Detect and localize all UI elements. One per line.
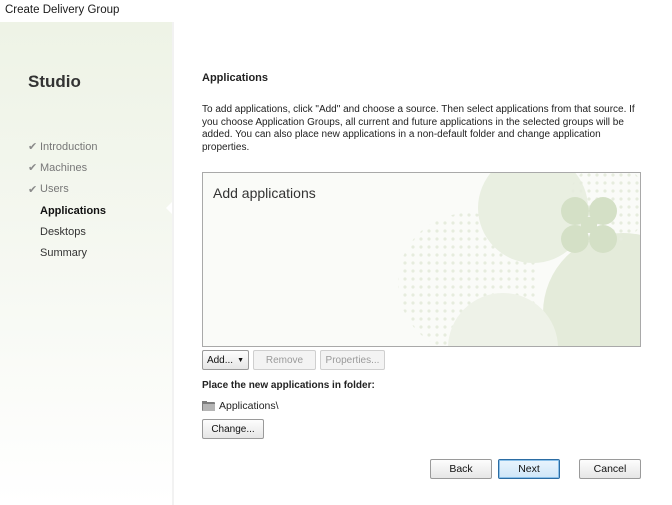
step-summary: Summary — [28, 242, 106, 263]
page-title: Applications — [202, 72, 269, 84]
add-label: Add... — [206, 354, 234, 366]
applications-placeholder: Add applications — [213, 185, 316, 201]
wizard-sidebar: Studio ✔ Introduction ✔ Machines ✔ Users… — [0, 22, 172, 505]
folder-path-text: Applications\ — [219, 400, 279, 412]
back-button[interactable]: Back — [430, 459, 492, 479]
caret-down-icon: ▼ — [237, 356, 245, 364]
step-label: Machines — [40, 161, 88, 174]
remove-button[interactable]: Remove — [253, 350, 316, 370]
page-description: To add applications, click "Add" and cho… — [202, 104, 635, 153]
step-label: Introduction — [40, 140, 98, 153]
change-folder-button[interactable]: Change... — [202, 419, 264, 439]
step-label: Users — [40, 183, 69, 196]
properties-button[interactable]: Properties... — [320, 350, 385, 370]
wizard-steps: ✔ Introduction ✔ Machines ✔ Users Applic… — [28, 136, 106, 264]
step-desktops: Desktops — [28, 221, 106, 242]
wizard-content: Applications To add applications, click … — [174, 22, 672, 505]
step-users[interactable]: ✔ Users — [28, 179, 106, 200]
folder-path: Applications\ — [202, 400, 279, 412]
step-label: Desktops — [40, 225, 86, 238]
check-icon: ✔ — [28, 162, 38, 175]
check-icon: ✔ — [28, 141, 38, 154]
current-step-pointer — [166, 202, 172, 214]
applications-list[interactable]: Add applications — [202, 172, 641, 347]
next-button[interactable]: Next — [498, 459, 560, 479]
check-icon: ✔ — [28, 183, 38, 196]
step-machines[interactable]: ✔ Machines — [28, 157, 106, 178]
folder-label: Place the new applications in folder: — [202, 380, 375, 391]
add-button[interactable]: Add... ▼ — [202, 350, 249, 370]
cancel-button[interactable]: Cancel — [579, 459, 641, 479]
title-bar: Create Delivery Group — [0, 0, 672, 22]
step-label: Summary — [40, 247, 88, 260]
product-name: Studio — [28, 72, 81, 91]
step-applications: Applications — [28, 200, 106, 221]
window-title: Create Delivery Group — [5, 4, 120, 16]
folder-icon — [202, 401, 215, 411]
step-introduction[interactable]: ✔ Introduction — [28, 136, 106, 157]
step-label: Applications — [40, 204, 107, 217]
